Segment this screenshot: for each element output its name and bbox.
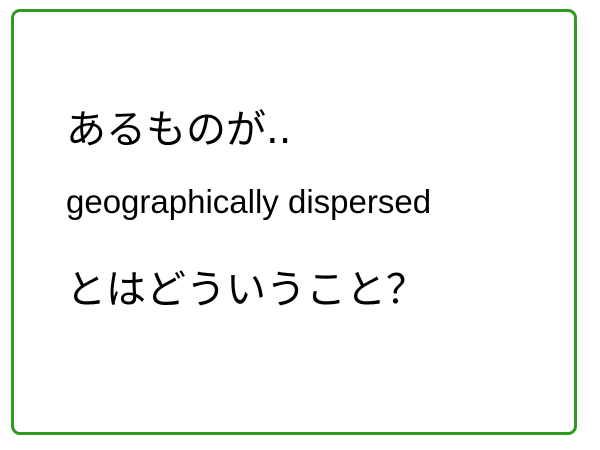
heading-line-1: あるものが.. [66, 107, 292, 153]
question-line: とはどういうこと？ [66, 267, 426, 313]
english-phrase: geographically dispersed [66, 183, 432, 220]
